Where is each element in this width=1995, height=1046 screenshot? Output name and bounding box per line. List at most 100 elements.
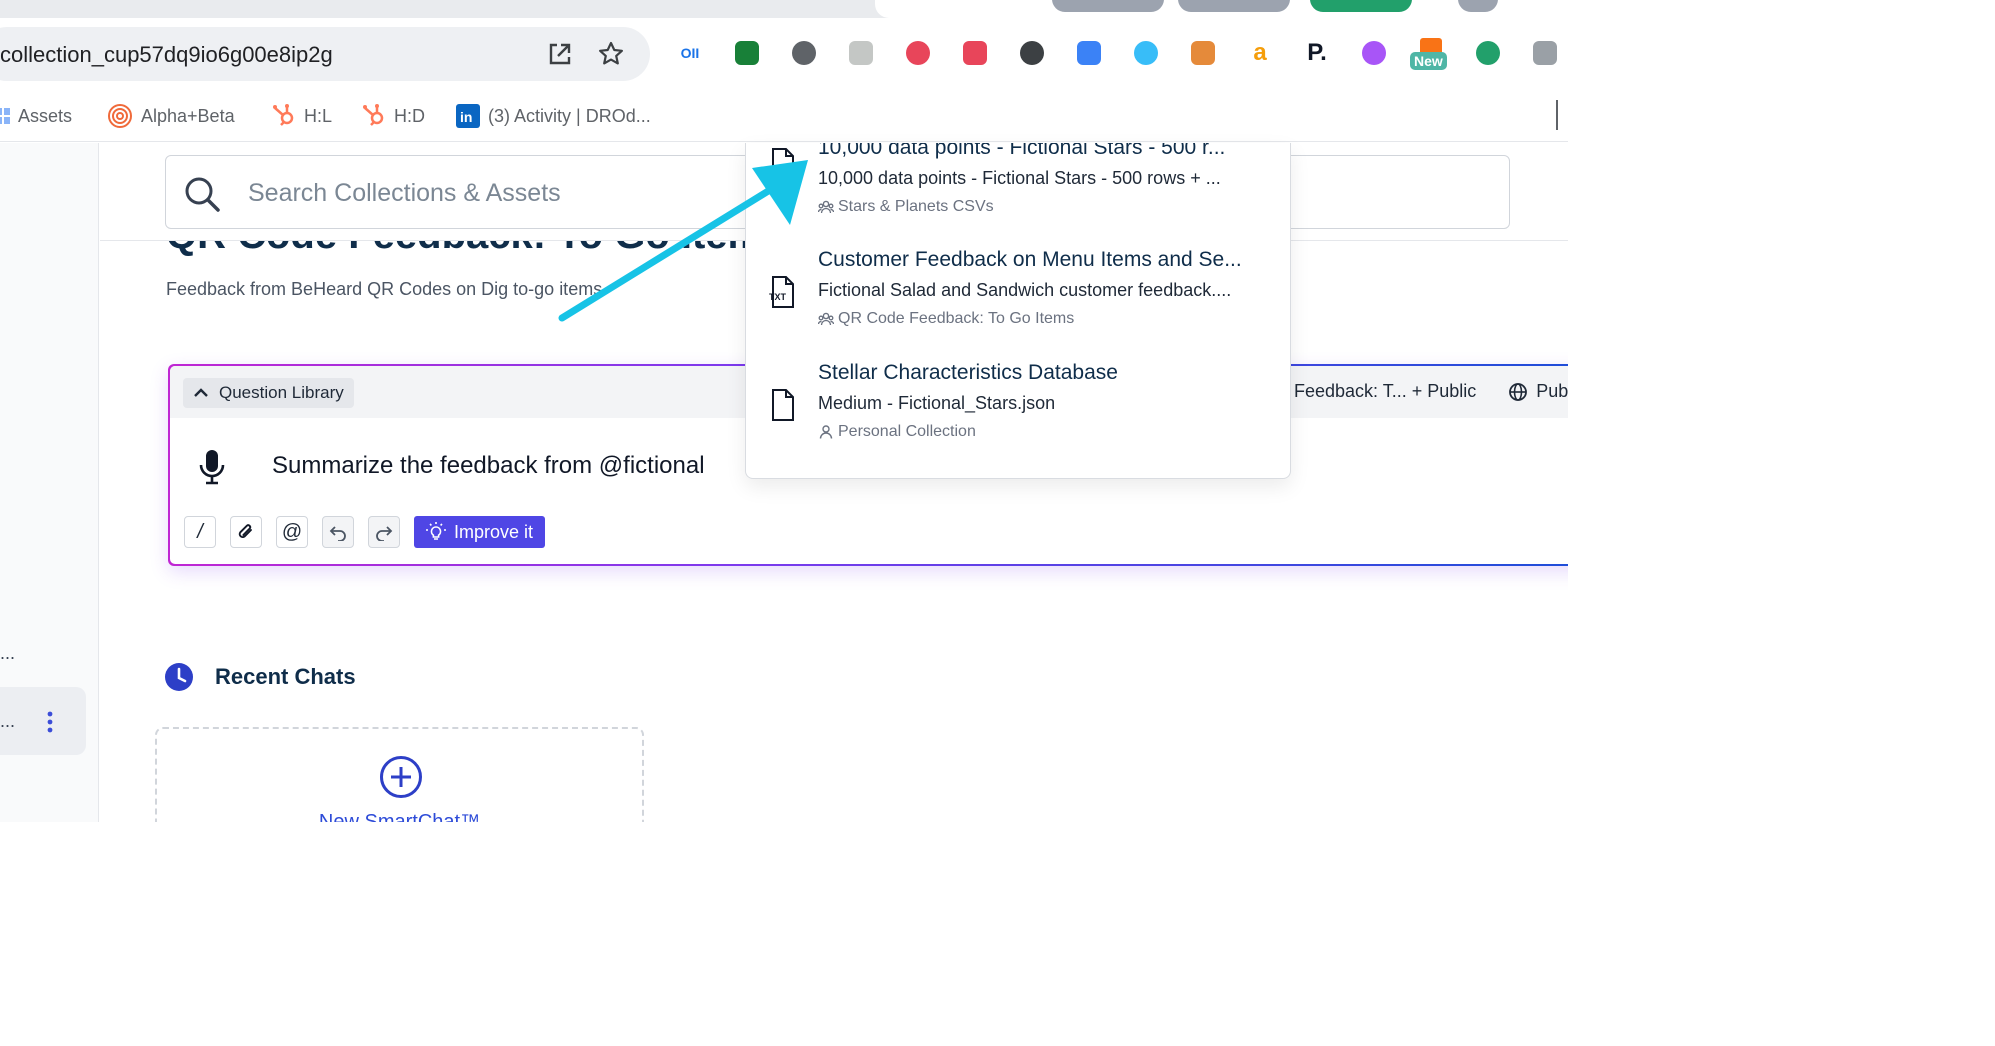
lightbulb-icon — [426, 522, 446, 540]
page-subtitle: Feedback from BeHeard QR Codes on Dig to… — [166, 279, 603, 299]
browser-toolbar: collection_cup57dq9io6g00e8ip2g OII a P. Ne… — [0, 18, 1568, 90]
linkedin-icon: in — [456, 104, 480, 128]
txt-file-icon-text: TXT — [769, 292, 786, 302]
red-close-circle-icon[interactable] — [903, 38, 933, 68]
browser-tab-strip — [0, 0, 1568, 18]
prompt-input[interactable]: Summarize the feedback from @fictional — [272, 452, 705, 480]
extension-label: a — [1253, 39, 1267, 66]
group-icon — [818, 200, 834, 214]
new-extension-icon[interactable]: New — [1410, 38, 1447, 70]
dropdown-item[interactable]: Stellar Characteristics Database Medium … — [746, 361, 1290, 471]
sidebar: ... ... — [0, 143, 99, 822]
globe-icon — [1509, 382, 1528, 401]
bookmark-linkedin-activity[interactable]: in (3) Activity | DROd... — [456, 100, 651, 132]
composer-toolbar: / @ Improve it — [184, 516, 546, 548]
new-smartchat-card[interactable]: New SmartChat™ — [155, 727, 644, 822]
dropdown-item-description: 10,000 data points - Fictional Stars - 5… — [818, 168, 1221, 188]
dropdown-item-collection: Stars & Planets CSVs — [818, 198, 994, 216]
mention-dropdown: 10,000 data points - Fictional Stars - 5… — [745, 143, 1291, 479]
collection-visibility-label[interactable]: Feedback: T... + Public — [1294, 381, 1476, 402]
tab-pill-grey-2[interactable] — [1178, 0, 1290, 12]
document-icon — [772, 148, 794, 180]
bookmark-assets[interactable]: Assets — [0, 100, 72, 132]
dropdown-item-description: Medium - Fictional_Stars.json — [818, 393, 1056, 413]
redo-button[interactable] — [368, 516, 400, 548]
letter-p-icon[interactable]: P. — [1302, 38, 1332, 68]
fast-forward-icon[interactable] — [960, 38, 990, 68]
undo-button[interactable] — [322, 516, 354, 548]
public-visibility-label[interactable]: Publi — [1536, 381, 1568, 402]
dropdown-item[interactable]: TXT Customer Feedback on Menu Items and … — [746, 248, 1290, 358]
camera-icon[interactable] — [1530, 38, 1560, 68]
bookmark-label: H:L — [304, 105, 333, 126]
concentric-circle-icon — [108, 104, 132, 128]
recent-chats-label: Recent Chats — [215, 664, 356, 689]
password-lock-icon[interactable] — [789, 38, 819, 68]
address-url[interactable]: collection_cup57dq9io6g00e8ip2g — [0, 42, 333, 68]
tab-pill-grey-1[interactable] — [1052, 0, 1164, 12]
new-smartchat-label: New SmartChat™ — [318, 811, 481, 822]
play-circle-icon[interactable] — [1017, 38, 1047, 68]
bookmark-label: Alpha+Beta — [141, 105, 235, 126]
bookmark-label: H:D — [394, 105, 425, 126]
tab-pill-green[interactable] — [1310, 0, 1412, 12]
paperclip-icon — [238, 524, 252, 539]
dropdown-item-title: Customer Feedback on Menu Items and Se..… — [818, 248, 1242, 271]
robot-face-icon[interactable] — [1188, 38, 1218, 68]
document-icon — [772, 389, 794, 421]
undo-icon — [329, 526, 346, 541]
bookmark-hl[interactable]: H:L — [272, 100, 332, 132]
svg-text:in: in — [460, 109, 472, 125]
recent-chats-header: Recent Chats — [165, 663, 356, 691]
search-icon — [185, 177, 220, 212]
at-label: @ — [281, 520, 303, 543]
question-library-label: Question Library — [219, 383, 344, 402]
dropdown-item[interactable]: 10,000 data points - Fictional Stars - 5… — [746, 143, 1290, 246]
person-icon — [819, 425, 833, 439]
address-bar[interactable]: collection_cup57dq9io6g00e8ip2g — [0, 27, 650, 81]
visibility-selector[interactable]: Feedback: T... + Public Publi — [1294, 381, 1568, 402]
dropdown-item-title: Stellar Characteristics Database — [818, 361, 1118, 384]
bookmark-alpha-beta[interactable]: Alpha+Beta — [107, 100, 235, 132]
slash-command-button[interactable]: / — [184, 516, 216, 548]
otter-icon[interactable]: OII — [675, 38, 705, 68]
redo-icon — [376, 526, 393, 541]
bookmark-label: Assets — [18, 105, 73, 126]
bookmark-hd[interactable]: H:D — [362, 100, 425, 132]
hubspot-icon — [273, 104, 294, 126]
mention-button[interactable]: @ — [276, 516, 308, 548]
dot-ring-icon[interactable] — [1131, 38, 1161, 68]
attach-button[interactable] — [230, 516, 262, 548]
kebab-menu-icon[interactable] — [46, 711, 54, 733]
clock-icon — [165, 663, 193, 691]
dropdown-item-collection: QR Code Feedback: To Go Items — [818, 310, 1074, 328]
extension-label: P. — [1307, 39, 1327, 66]
grid-bookmark-icon — [0, 108, 10, 124]
open-external-icon[interactable] — [546, 40, 574, 68]
bookmark-label: (3) Activity | DROd... — [488, 105, 651, 126]
sidebar-item-truncated-active[interactable]: ... — [0, 711, 15, 732]
robot-cam-icon[interactable] — [732, 38, 762, 68]
grid-icon[interactable] — [1359, 38, 1389, 68]
improve-it-label: Improve it — [454, 521, 534, 542]
slash-label: / — [197, 520, 203, 543]
microphone-icon[interactable] — [198, 448, 226, 486]
chevron-up-icon — [194, 388, 208, 397]
blue-play-bubble-icon[interactable] — [1074, 38, 1104, 68]
extension-label: OII — [680, 45, 700, 61]
dropdown-item-description: Fictional Salad and Sandwich customer fe… — [818, 280, 1232, 300]
bookmark-star-icon[interactable] — [597, 40, 625, 68]
collection-name: QR Code Feedback: To Go Items — [838, 310, 1075, 327]
letter-a-icon[interactable]: a — [1245, 38, 1275, 68]
dropdown-item-title: 10,000 data points - Fictional Stars - 5… — [818, 143, 1226, 159]
bookmarks-divider — [1556, 100, 1558, 130]
sidebar-item-truncated[interactable]: ... — [0, 643, 15, 664]
hubspot-icon — [363, 104, 384, 126]
question-library-toggle[interactable]: Question Library — [183, 378, 354, 408]
group-icon — [818, 312, 834, 326]
document-icon[interactable] — [846, 38, 876, 68]
download-icon[interactable] — [1473, 38, 1503, 68]
bookmarks-bar: Assets Alpha+Beta H:L H:D in (3) Activit… — [0, 90, 1568, 142]
collection-name: Stars & Planets CSVs — [838, 198, 994, 215]
improve-it-button[interactable]: Improve it — [414, 516, 546, 548]
